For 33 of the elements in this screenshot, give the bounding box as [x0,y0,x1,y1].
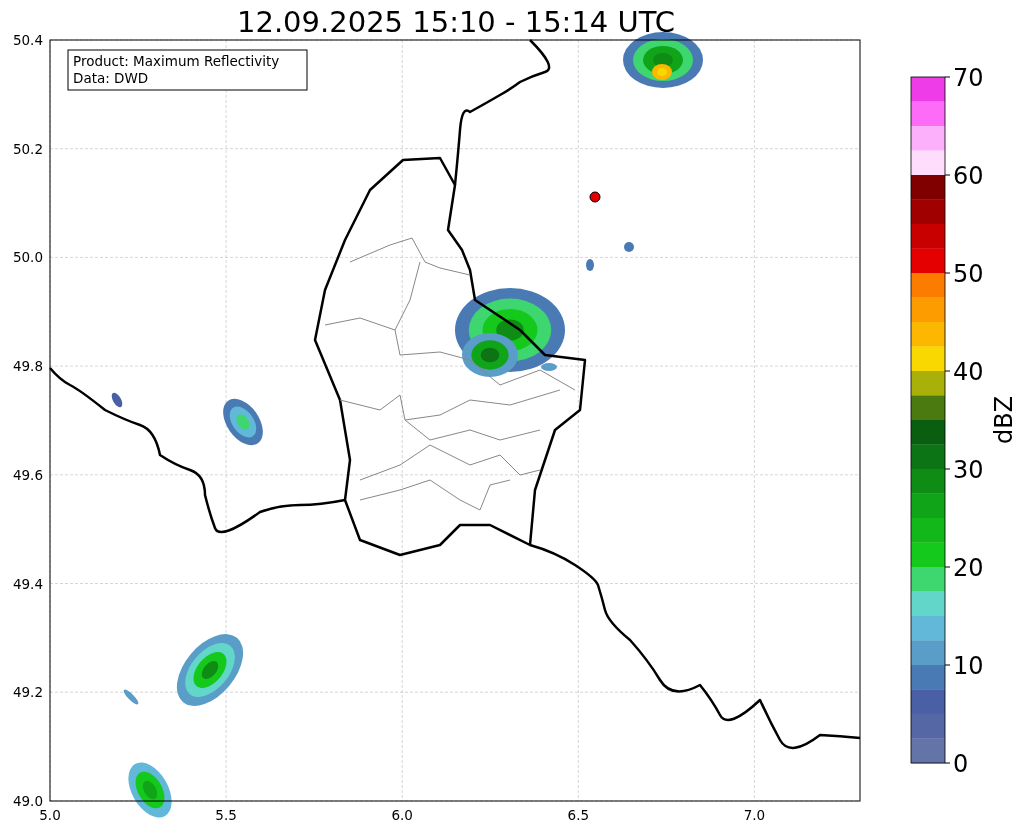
colorbar-tick-label: 50 [953,260,984,288]
radar-echo [586,259,594,271]
radar-echo [176,634,244,706]
y-tick-label: 49.4 [12,575,43,592]
colorbar-tick-label: 40 [953,358,984,386]
info-text: Product: Maximum Reflectivity [73,53,280,69]
x-tick-label: 5.0 [39,807,61,823]
x-tick-label: 7.0 [743,807,766,823]
info-text: Data: DWD [73,70,149,86]
colorbar-tick-label: 10 [953,652,984,680]
y-tick-label: 49.6 [12,466,43,483]
radar-echo [624,242,634,252]
x-tick-label: 6.5 [567,807,590,823]
colorbar-label: dBZ [990,395,1018,445]
y-tick-label: 50.4 [12,32,43,48]
y-tick-label: 49.8 [12,358,43,375]
y-tick-label: 50.2 [12,140,43,157]
radar-echo [123,689,139,705]
y-tick-label: 49.0 [12,792,43,809]
x-tick-label: 5.5 [215,807,237,823]
x-tick-label: 6.0 [391,807,413,823]
y-tick-label: 49.2 [12,684,43,701]
colorbar-tick-label: 60 [953,162,984,190]
radar-echo [111,392,123,408]
colorbar-tick-label: 30 [953,456,984,484]
colorbar-tick-label: 70 [953,64,984,92]
location-marker [589,191,601,203]
colorbar-tick-label: 0 [953,750,969,778]
y-tick-label: 50.0 [12,249,43,266]
chart-title: 12.09.2025 15:10 - 15:14 UTC [237,5,675,39]
radar-echo [128,762,172,818]
colorbar-tick-label: 20 [953,554,984,582]
radar-echo [223,398,263,446]
